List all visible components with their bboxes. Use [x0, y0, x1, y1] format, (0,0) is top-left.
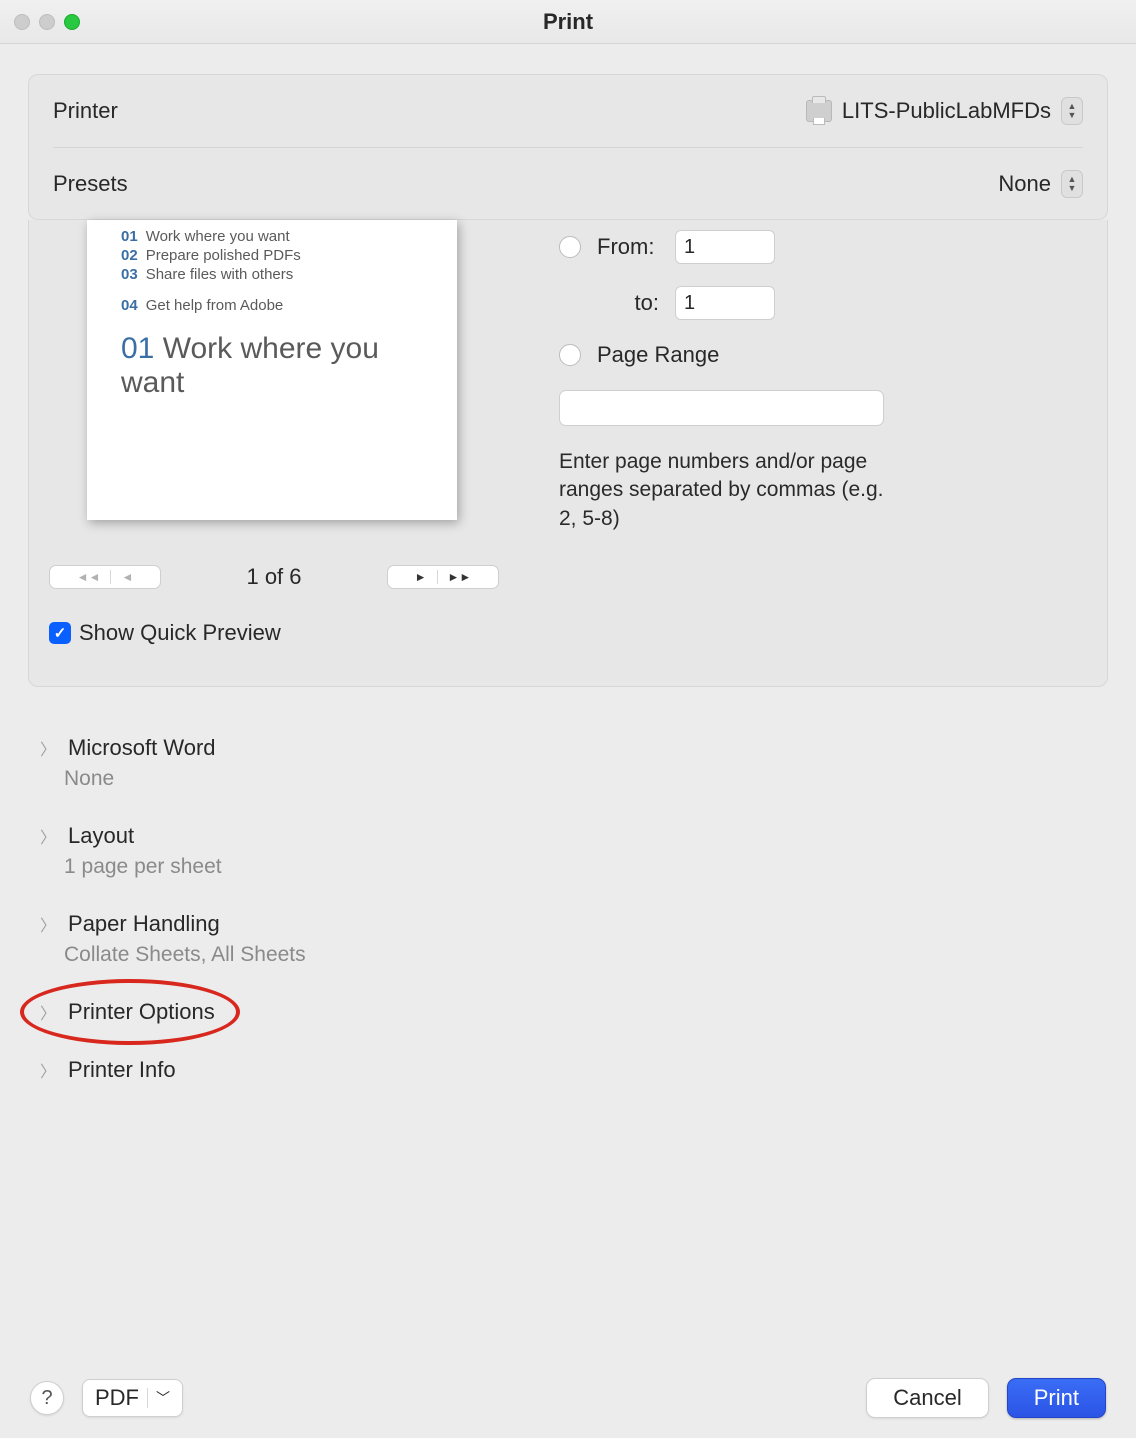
prev-page-icon: ◄ [121, 570, 133, 584]
preview-page: 01 Work where you want 02 Prepare polished… [87, 220, 457, 520]
preview-next-buttons[interactable]: ► ►► [387, 565, 499, 589]
last-page-icon: ►► [448, 570, 472, 584]
cancel-button[interactable]: Cancel [866, 1378, 988, 1418]
preview-column: 01 Work where you want 02 Prepare polished… [49, 220, 499, 646]
chevron-right-icon: 〉 [40, 824, 56, 848]
disclosure-layout[interactable]: 〉Layout 1 page per sheet [40, 823, 1136, 879]
window-controls [0, 14, 80, 30]
disclosure-printer-info[interactable]: 〉Printer Info [40, 1057, 1136, 1083]
presets-value: None [998, 171, 1051, 197]
toc-num: 01 [121, 228, 138, 245]
window-title: Print [543, 9, 593, 35]
show-quick-preview-checkbox[interactable]: ✓ [49, 622, 71, 644]
page-range-label: Page Range [597, 342, 719, 368]
page-range-column: From: 1 to: 1 Page Range Enter page numb… [559, 220, 1087, 646]
printer-value: LITS-PublicLabMFDs [842, 98, 1051, 124]
options-disclosure-list: 〉Microsoft Word None 〉Layout 1 page per … [40, 735, 1136, 1083]
dialog-footer: ? PDF ﹀ Cancel Print [0, 1378, 1136, 1418]
updown-icon: ▲▼ [1061, 170, 1083, 198]
toc-text: Get help from Adobe [146, 297, 284, 314]
presets-row: Presets None ▲▼ [53, 147, 1083, 219]
toc-text: Work where you want [146, 228, 290, 245]
first-page-icon: ◄◄ [77, 570, 101, 584]
next-page-icon: ► [415, 570, 427, 584]
printer-label: Printer [53, 98, 118, 124]
toc-num: 02 [121, 247, 138, 264]
presets-popup[interactable]: None ▲▼ [998, 170, 1083, 198]
toc-text: Share files with others [146, 266, 294, 283]
chevron-right-icon: 〉 [40, 736, 56, 760]
help-button[interactable]: ? [30, 1381, 64, 1415]
preview-prev-buttons[interactable]: ◄◄ ◄ [49, 565, 161, 589]
disclosure-printer-options[interactable]: 〉Printer Options [40, 999, 1136, 1025]
toc-num: 04 [121, 297, 138, 314]
chevron-right-icon: 〉 [40, 1058, 56, 1082]
print-button[interactable]: Print [1007, 1378, 1106, 1418]
preview-and-range-panel: 01 Work where you want 02 Prepare polished… [28, 220, 1108, 687]
printer-row: Printer LITS-PublicLabMFDs ▲▼ [53, 75, 1083, 147]
zoom-window-button[interactable] [64, 14, 80, 30]
from-radio-row[interactable]: From: 1 [559, 230, 1087, 264]
printer-icon [806, 100, 832, 122]
presets-label: Presets [53, 171, 128, 197]
from-radio[interactable] [559, 236, 581, 258]
disclosure-paper-handling[interactable]: 〉Paper Handling Collate Sheets, All Shee… [40, 911, 1136, 967]
to-label: to: [597, 290, 659, 316]
toc-text: Prepare polished PDFs [146, 247, 301, 264]
chevron-right-icon: 〉 [40, 1000, 56, 1024]
print-settings-group: Printer LITS-PublicLabMFDs ▲▼ Presets No… [28, 74, 1108, 220]
page-indicator: 1 of 6 [246, 564, 301, 590]
chevron-down-icon: ﹀ [156, 1388, 170, 1408]
to-field[interactable]: 1 [675, 286, 775, 320]
disclosure-microsoft-word[interactable]: 〉Microsoft Word None [40, 735, 1136, 791]
from-field[interactable]: 1 [675, 230, 775, 264]
toc-num: 03 [121, 266, 138, 283]
preview-heading: 01 Work where you want [121, 332, 437, 400]
page-range-field[interactable] [559, 390, 884, 426]
minimize-window-button[interactable] [39, 14, 55, 30]
from-label: From: [597, 234, 659, 260]
updown-icon: ▲▼ [1061, 97, 1083, 125]
chevron-right-icon: 〉 [40, 912, 56, 936]
to-row: to: 1 [597, 286, 1087, 320]
show-quick-preview-row[interactable]: ✓ Show Quick Preview [49, 620, 499, 646]
page-range-hint: Enter page numbers and/or page ranges se… [559, 448, 889, 533]
show-quick-preview-label: Show Quick Preview [79, 620, 281, 646]
title-bar: Print [0, 0, 1136, 44]
page-range-radio-row[interactable]: Page Range [559, 342, 1087, 368]
page-range-radio[interactable] [559, 344, 581, 366]
pdf-menu-button[interactable]: PDF ﹀ [82, 1379, 183, 1417]
printer-popup[interactable]: LITS-PublicLabMFDs ▲▼ [806, 97, 1083, 125]
preview-nav-row: ◄◄ ◄ 1 of 6 ► ►► [49, 564, 499, 590]
close-window-button[interactable] [14, 14, 30, 30]
